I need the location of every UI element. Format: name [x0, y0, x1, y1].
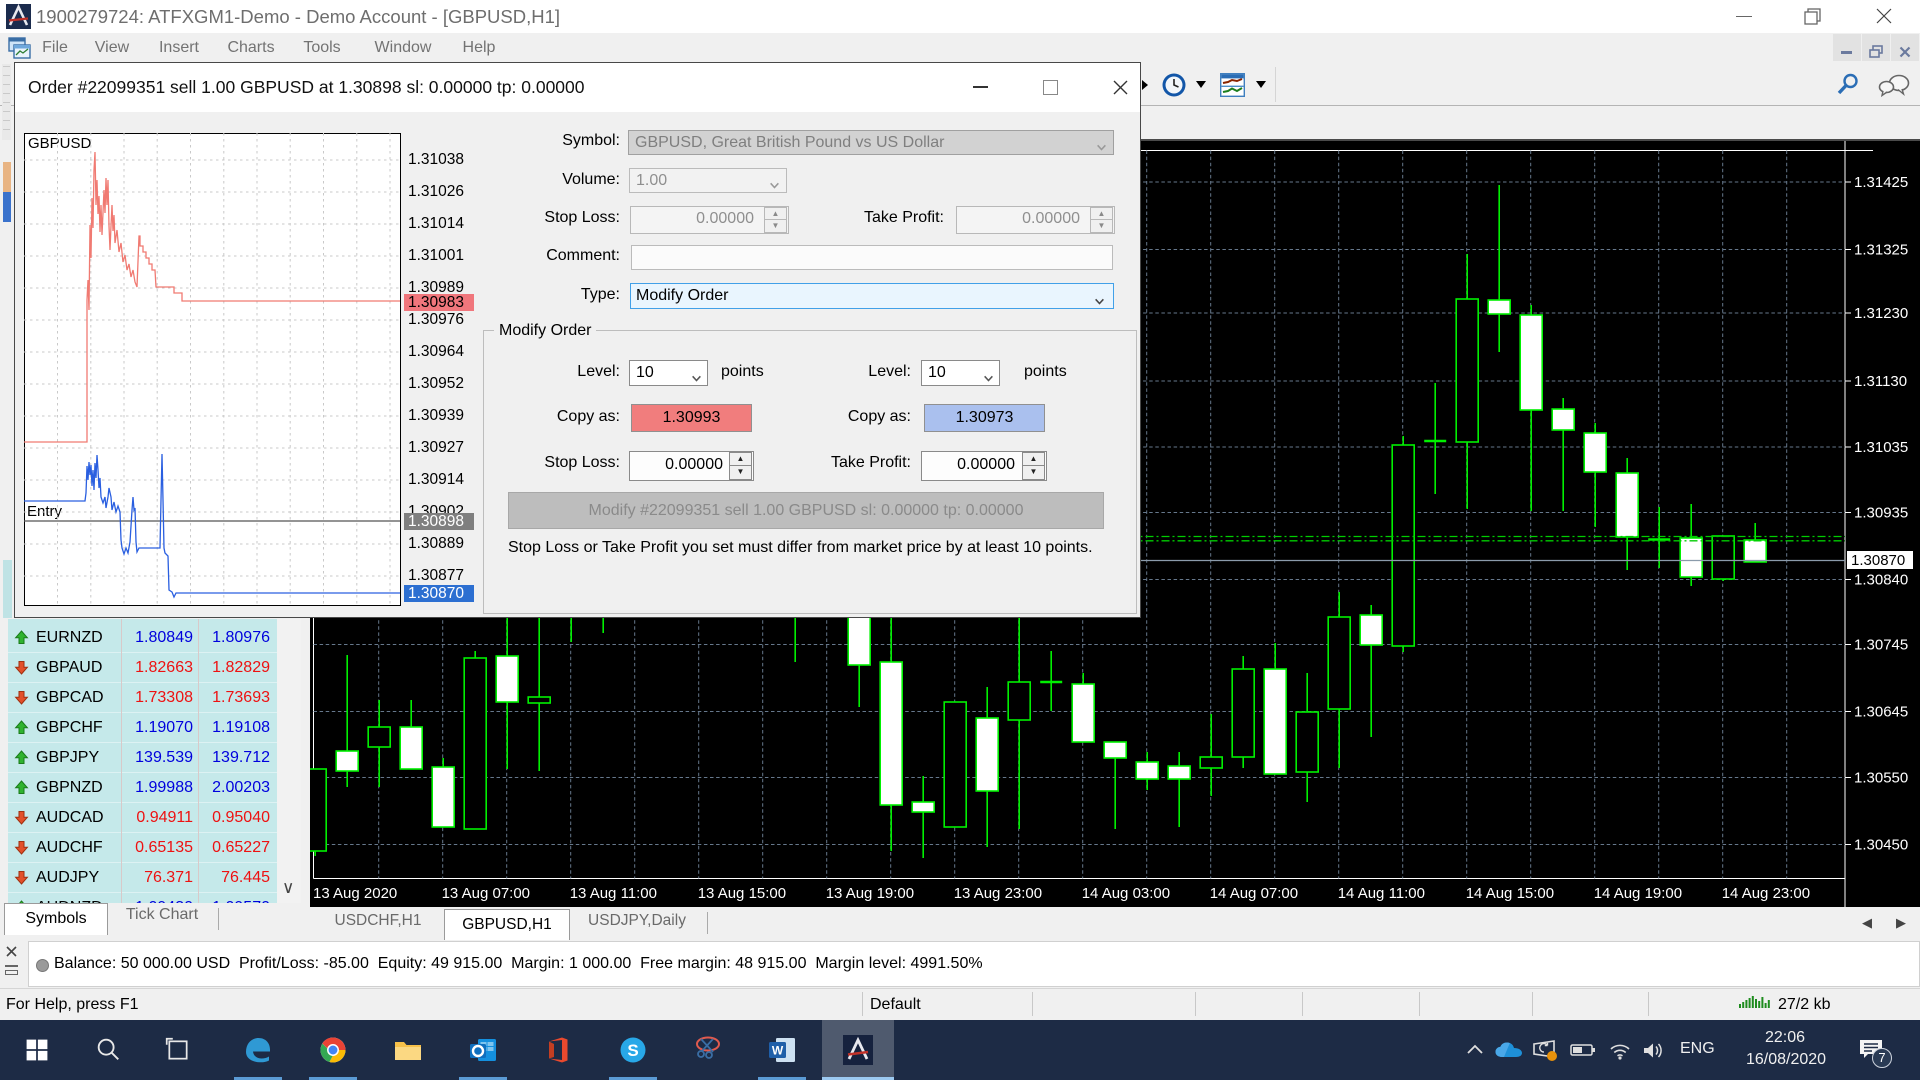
svg-text:1.30450: 1.30450: [1854, 837, 1908, 854]
svg-text:1.31130: 1.31130: [1854, 373, 1907, 390]
svg-text:13 Aug 15:00: 13 Aug 15:00: [698, 885, 786, 902]
svg-text:1.30935: 1.30935: [1854, 505, 1908, 522]
svg-text:14 Aug 11:00: 14 Aug 11:00: [1338, 885, 1425, 902]
svg-text:1.30870: 1.30870: [1851, 552, 1905, 569]
svg-text:S: S: [627, 1041, 638, 1060]
svg-text:14 Aug 03:00: 14 Aug 03:00: [1082, 885, 1170, 902]
svg-text:13 Aug 11:00: 13 Aug 11:00: [570, 885, 657, 902]
svg-text:14 Aug 15:00: 14 Aug 15:00: [1466, 885, 1554, 902]
svg-text:14 Aug 19:00: 14 Aug 19:00: [1594, 885, 1682, 902]
svg-text:13 Aug 19:00: 13 Aug 19:00: [826, 885, 914, 902]
svg-text:1.31230: 1.31230: [1854, 305, 1908, 322]
svg-text:1.31035: 1.31035: [1854, 439, 1908, 456]
svg-text:13 Aug 07:00: 13 Aug 07:00: [442, 885, 530, 902]
svg-text:1.31425: 1.31425: [1854, 174, 1908, 191]
svg-text:1.31325: 1.31325: [1854, 242, 1908, 259]
svg-text:1.30550: 1.30550: [1854, 770, 1908, 787]
svg-text:14 Aug 07:00: 14 Aug 07:00: [1210, 885, 1298, 902]
svg-text:13 Aug 23:00: 13 Aug 23:00: [954, 885, 1042, 902]
svg-text:1.30645: 1.30645: [1854, 704, 1908, 721]
svg-text:1.30745: 1.30745: [1854, 637, 1908, 654]
svg-text:14 Aug 23:00: 14 Aug 23:00: [1722, 885, 1810, 902]
svg-text:W: W: [772, 1044, 784, 1058]
svg-text:1.30840: 1.30840: [1854, 572, 1908, 589]
svg-text:13 Aug 2020: 13 Aug 2020: [313, 885, 397, 902]
